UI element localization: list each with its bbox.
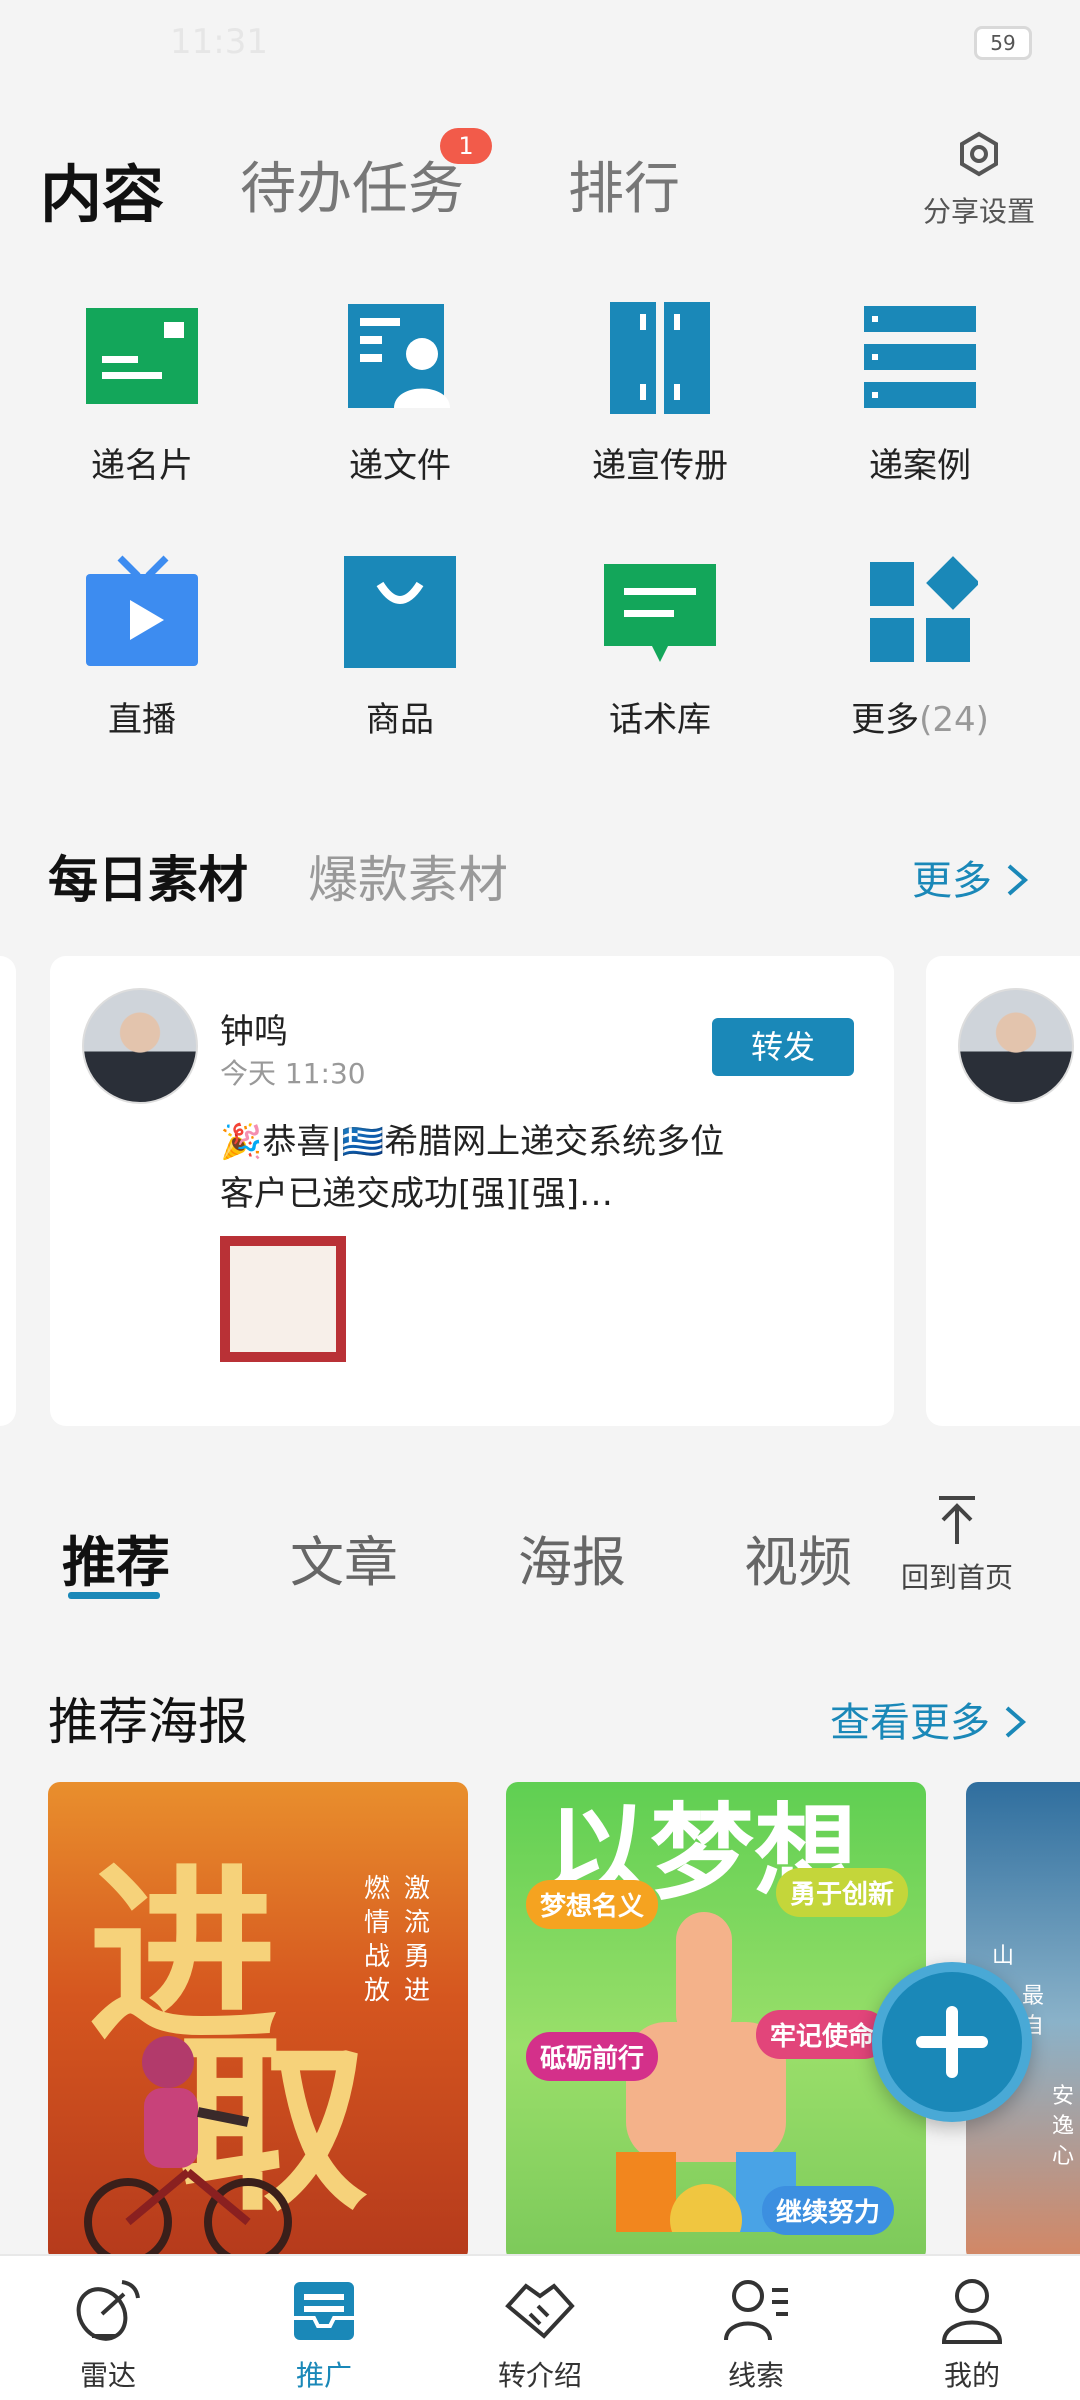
poster-card-1[interactable]: 进 取 激流勇进 燃情战放 [48, 1782, 468, 2262]
more-count: (24) [919, 700, 989, 740]
case-list-icon [864, 306, 976, 408]
share-settings-label: 分享设置 [922, 195, 1035, 228]
grid-item-scripts[interactable]: 话术库 [560, 554, 760, 741]
chat-bubble-icon [604, 564, 716, 662]
status-time: 11:31 [170, 22, 268, 62]
chevron-right-icon [1007, 864, 1028, 896]
hexagon-settings-icon [960, 131, 998, 177]
cyclist-illustration [84, 2036, 292, 2262]
grid-item-label: 直播 [108, 700, 176, 740]
bottom-nav: 雷达 推广 转介绍 线索 我的 [0, 2254, 1080, 2400]
active-tab-indicator [68, 1592, 160, 1599]
grid-item-case[interactable]: 递案例 [820, 300, 1020, 487]
business-card-icon [86, 308, 198, 404]
grid-item-goods[interactable]: 商品 [300, 554, 500, 741]
poster2-tag-keep-going: 继续努力 [762, 2186, 895, 2235]
arrow-up-icon [939, 1496, 975, 1544]
nav-mine[interactable]: 我的 [892, 2274, 1052, 2394]
tab-content[interactable]: 内容 [40, 144, 164, 234]
tab-hot-material[interactable]: 爆款素材 [308, 840, 508, 912]
leads-person-icon [724, 2280, 788, 2341]
forward-button[interactable]: 转发 [712, 1018, 854, 1076]
tab-videos[interactable]: 视频 [744, 1518, 852, 1597]
material-more-link[interactable]: 更多 [912, 848, 1029, 906]
nav-label: 雷达 [79, 2359, 136, 2392]
battery-icon: 59 [974, 26, 1032, 60]
brochure-icon [610, 302, 710, 414]
nav-referral[interactable]: 转介绍 [460, 2274, 620, 2394]
post-time: 今天 11:30 [220, 1057, 366, 1090]
grid-item-brochure[interactable]: 递宣传册 [560, 300, 760, 487]
plus-icon [916, 2006, 988, 2078]
grid-item-label: 商品 [366, 700, 434, 740]
poster2-tag-mission: 牢记使命 [756, 2010, 889, 2059]
poster3-column3: 安逸心 [1052, 2084, 1075, 2169]
nav-label: 我的 [943, 2359, 1000, 2392]
file-user-icon [348, 304, 450, 408]
tab-ranking[interactable]: 排行 [568, 144, 680, 225]
material-more-label: 更多 [912, 858, 992, 904]
back-home-label: 回到首页 [900, 1561, 1013, 1594]
avatar [82, 988, 198, 1104]
post-image-thumbnail[interactable] [220, 1236, 346, 1362]
back-to-top-button[interactable]: 回到首页 [882, 1494, 1032, 1596]
todo-badge: 1 [440, 128, 492, 164]
avatar [958, 988, 1074, 1104]
grid-item-label: 递名片 [91, 446, 193, 486]
tab-daily-material[interactable]: 每日素材 [48, 840, 248, 912]
post-text-line2: 客户已递交成功[强][强]… [220, 1174, 614, 1214]
profile-icon [941, 2279, 1003, 2344]
material-card[interactable]: 钟鸣 今天 11:30 转发 🎉恭喜|🇬🇷希腊网上递交系统多位 客户已递交成功[… [50, 956, 894, 1426]
author-name: 钟鸣 [220, 1012, 288, 1052]
poster1-column2: 燃情战放 [364, 1874, 391, 2006]
nav-label: 线索 [727, 2359, 784, 2392]
apps-grid-icon [870, 556, 978, 662]
tab-todo[interactable]: 待办任务 [240, 144, 464, 225]
content-tabs: 推荐 文章 海报 视频 回到首页 [0, 1470, 1080, 1610]
grid-item-card[interactable]: 递名片 [42, 300, 242, 487]
top-tabs: 内容 待办任务 1 排行 分享设置 [0, 128, 1080, 240]
status-bar: 11:31 59 [0, 0, 1080, 90]
prev-card-peek[interactable] [0, 956, 16, 1426]
chevron-right-icon [1005, 1706, 1026, 1738]
nav-label: 推广 [295, 2359, 352, 2392]
post-text: 🎉恭喜|🇬🇷希腊网上递交系统多位 客户已递交成功[强][强]… [220, 1116, 840, 1220]
poster1-column1: 激流勇进 [404, 1874, 431, 2006]
nav-radar[interactable]: 雷达 [28, 2274, 188, 2394]
promote-inbox-icon [294, 2282, 354, 2340]
recommended-posters-title: 推荐海报 [48, 1693, 248, 1751]
nav-leads[interactable]: 线索 [676, 2274, 836, 2394]
grid-item-label: 递文件 [349, 446, 451, 486]
grid-item-label: 递案例 [869, 446, 971, 486]
poster3-column1: 山 [992, 1944, 1015, 1969]
share-settings-button[interactable]: 分享设置 [914, 130, 1044, 230]
tv-live-icon [86, 555, 198, 666]
handshake-icon [505, 2283, 575, 2339]
grid-item-more[interactable]: 更多(24) [820, 554, 1020, 741]
grid-item-more-label: 更多(24) [820, 692, 1020, 741]
posters-more-label: 查看更多 [830, 1700, 990, 1746]
shopping-bag-icon [344, 556, 456, 668]
more-label-text: 更多 [851, 700, 920, 740]
grid-item-live[interactable]: 直播 [42, 554, 242, 741]
tab-articles[interactable]: 文章 [290, 1518, 398, 1597]
grid-item-label: 递宣传册 [592, 446, 728, 486]
tab-posters[interactable]: 海报 [518, 1518, 626, 1597]
next-card-peek[interactable] [926, 956, 1080, 1426]
post-text-line1: 🎉恭喜|🇬🇷希腊网上递交系统多位 [220, 1122, 725, 1162]
floating-add-button[interactable] [872, 1962, 1032, 2122]
grid-item-file[interactable]: 递文件 [300, 300, 500, 487]
nav-promote[interactable]: 推广 [244, 2274, 404, 2394]
radar-dish-icon [76, 2280, 140, 2341]
poster-card-2[interactable]: 以梦想 梦想名义 勇于创新 砥砺前行 牢记使命 继续努力 [506, 1782, 926, 2262]
tab-recommend[interactable]: 推荐 [62, 1518, 170, 1597]
posters-more-link[interactable]: 查看更多 [830, 1690, 1027, 1748]
nav-label: 转介绍 [497, 2359, 582, 2392]
poster2-tag-forge: 砥砺前行 [526, 2032, 659, 2081]
grid-item-label: 话术库 [609, 700, 711, 740]
